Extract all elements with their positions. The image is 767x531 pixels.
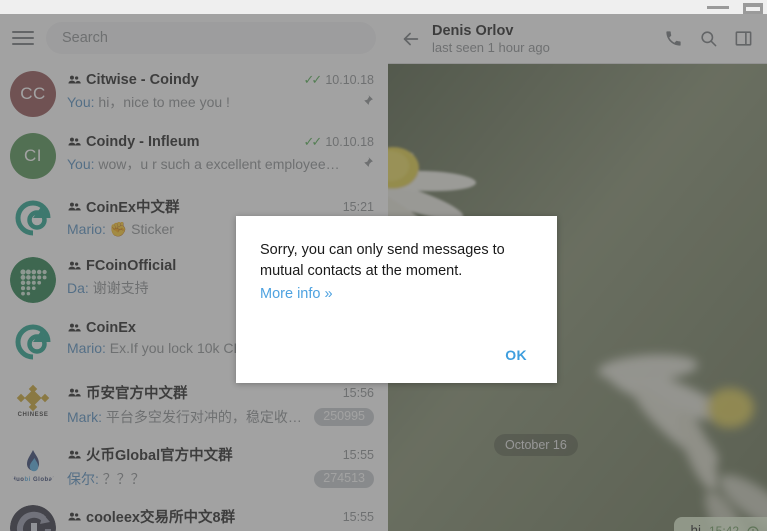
window-controls	[707, 0, 763, 14]
minimize-button[interactable]	[707, 6, 729, 9]
title-bar	[0, 0, 767, 14]
ok-button[interactable]: OK	[499, 343, 533, 367]
dialog-message: Sorry, you can only send messages to mut…	[260, 242, 505, 279]
more-info-link[interactable]: More info »	[260, 286, 333, 302]
dialog-actions: OK	[260, 343, 533, 383]
maximize-button[interactable]	[743, 3, 763, 14]
restriction-dialog: Sorry, you can only send messages to mut…	[236, 216, 557, 383]
telegram-desktop-window: Search CCCitwise - Coindy✓✓10.10.18You: …	[0, 0, 767, 531]
